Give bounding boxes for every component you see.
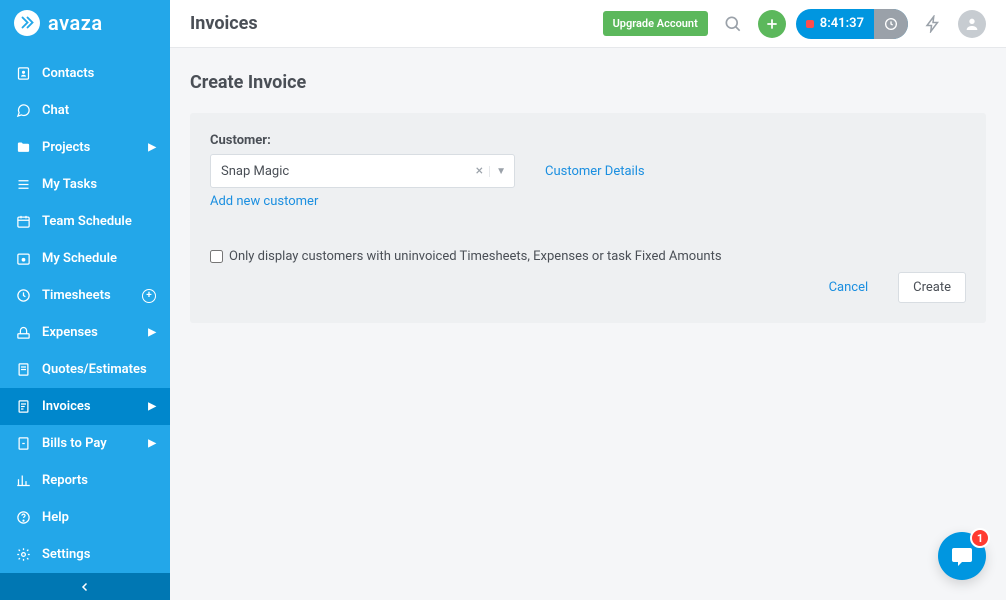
add-new-customer-link[interactable]: Add new customer: [210, 194, 318, 209]
sidebar-collapse-button[interactable]: [0, 573, 170, 600]
search-icon: [723, 14, 743, 34]
sidebar-item-help[interactable]: Help: [0, 499, 170, 536]
help-icon: [14, 510, 32, 525]
sidebar-item-label: My Tasks: [42, 177, 97, 192]
sidebar-item-reports[interactable]: Reports: [0, 462, 170, 499]
sidebar-item-label: Help: [42, 510, 69, 525]
timer-value: 8:41:37: [820, 16, 874, 31]
sidebar-item-timesheets[interactable]: Timesheets +: [0, 277, 170, 314]
sidebar-item-chat[interactable]: Chat: [0, 92, 170, 129]
sidebar-item-label: Quotes/Estimates: [42, 362, 147, 377]
sidebar-item-projects[interactable]: Projects ▶: [0, 129, 170, 166]
sidebar: avaza Contacts Chat Projects ▶ My Tasks …: [0, 0, 170, 600]
recording-indicator-icon: [806, 20, 814, 28]
gear-icon: [14, 547, 32, 562]
create-invoice-panel: Customer: Snap Magic × ▼ Customer Detail…: [190, 113, 986, 323]
sidebar-item-label: My Schedule: [42, 251, 117, 266]
timer-clock-button[interactable]: [874, 9, 908, 39]
tasks-icon: [14, 177, 32, 192]
sidebar-nav: Contacts Chat Projects ▶ My Tasks Team S…: [0, 45, 170, 573]
sidebar-item-my-tasks[interactable]: My Tasks: [0, 166, 170, 203]
upgrade-account-button[interactable]: Upgrade Account: [603, 11, 708, 36]
sidebar-item-label: Expenses: [42, 325, 98, 340]
invoice-icon: [14, 399, 32, 414]
sidebar-item-quotes[interactable]: Quotes/Estimates: [0, 351, 170, 388]
chat-icon: [14, 103, 32, 118]
sidebar-item-label: Projects: [42, 140, 90, 155]
chat-widget-button[interactable]: 1: [938, 532, 986, 580]
contacts-icon: [14, 66, 32, 81]
customer-details-link[interactable]: Customer Details: [545, 164, 645, 179]
customer-select[interactable]: Snap Magic × ▼: [210, 154, 515, 188]
sidebar-item-label: Team Schedule: [42, 214, 132, 229]
create-button[interactable]: Create: [898, 272, 966, 303]
calendar-icon: [14, 214, 32, 229]
calendar-user-icon: [14, 251, 32, 266]
sidebar-item-my-schedule[interactable]: My Schedule: [0, 240, 170, 277]
sidebar-item-label: Reports: [42, 473, 88, 488]
user-avatar[interactable]: [958, 10, 986, 38]
chevron-right-icon: ▶: [148, 142, 156, 153]
sidebar-item-contacts[interactable]: Contacts: [0, 55, 170, 92]
page-heading: Invoices: [190, 13, 258, 34]
folder-icon: [14, 140, 32, 155]
main: Invoices Upgrade Account 8:41:37: [170, 0, 1006, 600]
sidebar-item-label: Bills to Pay: [42, 436, 107, 451]
chevron-right-icon: ▶: [148, 401, 156, 412]
sidebar-item-expenses[interactable]: Expenses ▶: [0, 314, 170, 351]
chat-bubble-icon: [950, 544, 974, 568]
chevron-right-icon: ▶: [148, 438, 156, 449]
logo[interactable]: avaza: [0, 0, 170, 45]
chevron-right-icon: ▶: [148, 327, 156, 338]
chevron-left-icon: [79, 581, 91, 593]
sidebar-item-invoices[interactable]: Invoices ▶: [0, 388, 170, 425]
clock-icon: [14, 288, 32, 303]
filter-uninvoiced-label: Only display customers with uninvoiced T…: [229, 249, 722, 264]
timer-widget[interactable]: 8:41:37: [796, 9, 908, 39]
bill-icon: [14, 436, 32, 451]
expense-icon: [14, 325, 32, 340]
sidebar-item-label: Contacts: [42, 66, 94, 81]
chat-badge: 1: [970, 528, 990, 548]
chevron-down-icon: ▼: [489, 166, 506, 177]
topbar: Invoices Upgrade Account 8:41:37: [170, 0, 1006, 48]
document-icon: [14, 362, 32, 377]
add-timesheet-icon[interactable]: +: [142, 289, 156, 303]
sidebar-item-label: Settings: [42, 547, 90, 562]
lightning-button[interactable]: [918, 9, 948, 39]
search-button[interactable]: [718, 9, 748, 39]
sidebar-item-team-schedule[interactable]: Team Schedule: [0, 203, 170, 240]
topbar-actions: Upgrade Account 8:41:37: [603, 9, 986, 39]
plus-icon: [765, 17, 779, 31]
clock-icon: [883, 16, 899, 32]
chart-icon: [14, 473, 32, 488]
sidebar-item-label: Chat: [42, 103, 69, 118]
clear-customer-button[interactable]: ×: [470, 163, 489, 179]
customer-selected-value: Snap Magic: [221, 164, 289, 179]
customer-label: Customer:: [210, 133, 966, 148]
lightning-icon: [924, 15, 942, 33]
sidebar-item-settings[interactable]: Settings: [0, 536, 170, 573]
content-area: Create Invoice Customer: Snap Magic × ▼ …: [170, 48, 1006, 600]
cancel-button[interactable]: Cancel: [815, 273, 883, 302]
filter-uninvoiced-checkbox[interactable]: [210, 250, 223, 263]
logo-mark-icon: [14, 10, 40, 36]
sidebar-item-bills[interactable]: Bills to Pay ▶: [0, 425, 170, 462]
global-add-button[interactable]: [758, 10, 786, 38]
user-icon: [964, 16, 980, 32]
logo-text: avaza: [48, 11, 103, 35]
page-title: Create Invoice: [190, 48, 986, 113]
sidebar-item-label: Timesheets: [42, 288, 111, 303]
sidebar-item-label: Invoices: [42, 399, 91, 414]
